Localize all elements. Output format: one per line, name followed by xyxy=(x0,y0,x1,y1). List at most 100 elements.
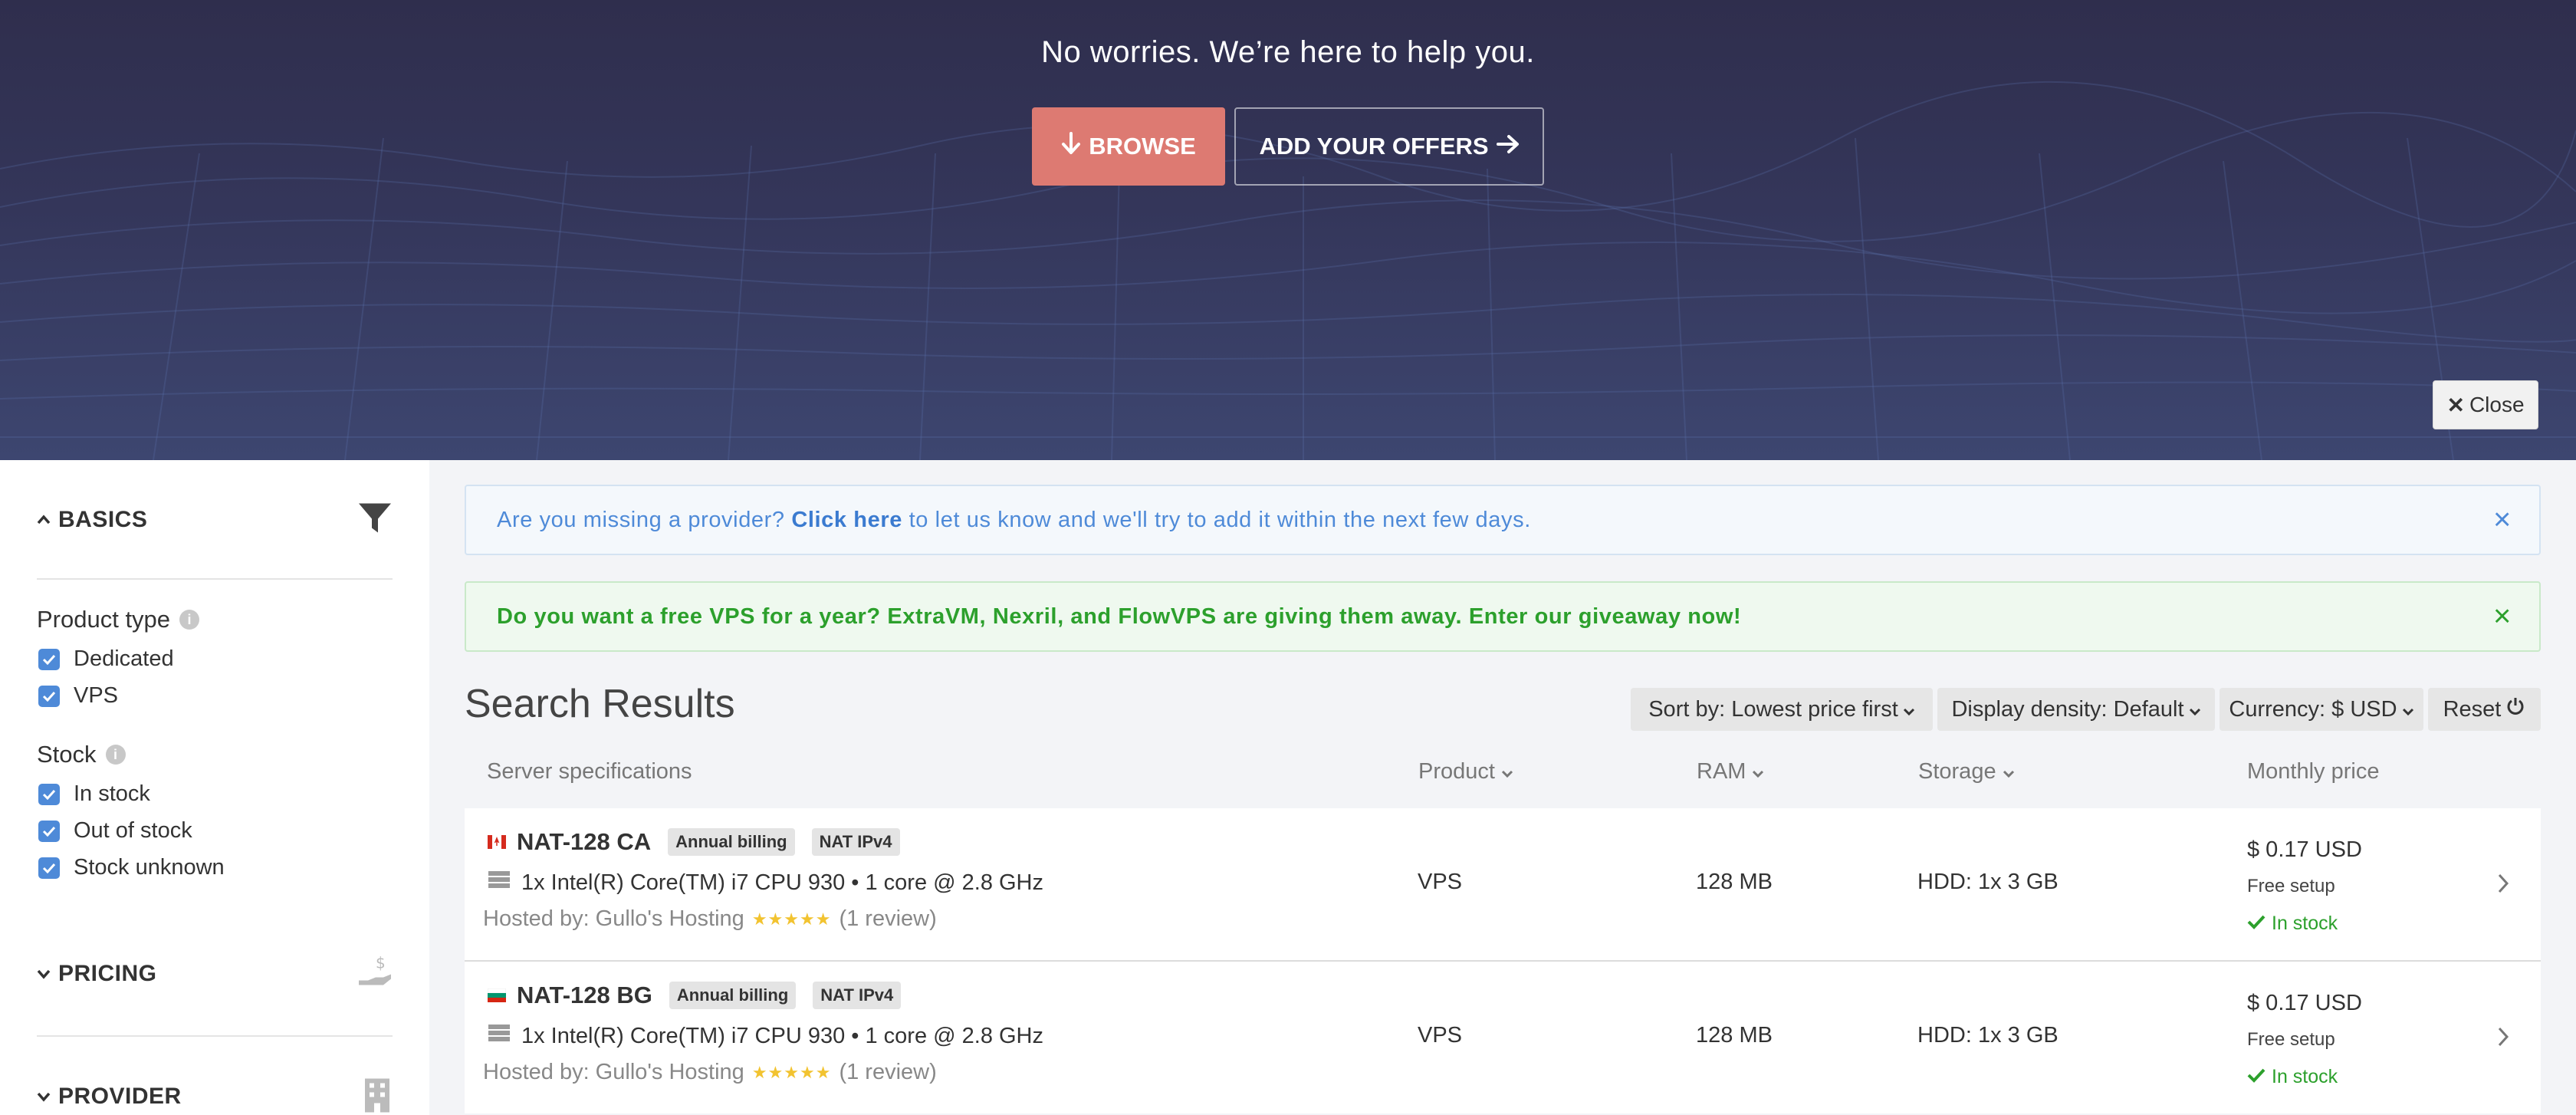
chevron-down-icon xyxy=(2402,697,2414,722)
offer-name[interactable]: NAT-128 BG xyxy=(517,982,652,1009)
host-line: Hosted by: Gullo's Hosting ★★★★★ (1 revi… xyxy=(483,906,937,932)
giveaway-alert: Do you want a free VPS for a year? Extra… xyxy=(465,581,2541,652)
check-icon xyxy=(2247,1066,2266,1088)
pricing-section-toggle[interactable]: PRICING $ xyxy=(37,951,393,997)
alert-text: Are you missing a provider? xyxy=(497,507,785,532)
chevron-down-icon xyxy=(1501,759,1513,784)
product-cell: VPS xyxy=(1418,870,1463,894)
cpu-spec: 1x Intel(R) Core(TM) i7 CPU 930 • 1 core… xyxy=(488,870,1043,896)
checkbox-out-of-stock[interactable]: Out of stock xyxy=(38,818,192,844)
column-storage-label: Storage xyxy=(1918,759,1996,784)
ipv4-tag: NAT IPv4 xyxy=(813,982,902,1009)
ram-cell: 128 MB xyxy=(1696,1023,1773,1048)
add-offers-button[interactable]: ADD YOUR OFFERS xyxy=(1234,107,1544,186)
sort-label: Sort by: Lowest price first xyxy=(1648,696,1898,722)
offer-name-line: NAT-128 BG Annual billing NAT IPv4 xyxy=(488,982,902,1009)
close-button[interactable]: ✕ Close xyxy=(2433,380,2538,429)
checkbox-checked-icon[interactable] xyxy=(38,648,60,670)
section-divider xyxy=(37,578,393,580)
checkbox-label: Dedicated xyxy=(74,646,174,671)
stock-status: In stock xyxy=(2247,913,2338,935)
close-icon: ✕ xyxy=(2446,393,2465,417)
checkbox-checked-icon[interactable] xyxy=(38,783,60,805)
review-count[interactable]: (1 review) xyxy=(839,1060,936,1085)
click-here-link[interactable]: Click here xyxy=(791,508,902,533)
server-icon xyxy=(488,870,511,896)
giveaway-link[interactable]: Do you want a free VPS for a year? Extra… xyxy=(497,604,1741,630)
basics-heading: BASICS xyxy=(58,507,148,532)
offer-name-line: NAT-128 CA Annual billing NAT IPv4 xyxy=(488,828,900,856)
pricing-heading: PRICING xyxy=(58,961,157,986)
filter-icon[interactable] xyxy=(357,501,393,540)
chevron-right-icon[interactable] xyxy=(2496,1023,2510,1055)
chevron-down-icon xyxy=(37,964,58,984)
chevron-right-icon[interactable] xyxy=(2496,870,2510,902)
sort-dropdown[interactable]: Sort by: Lowest price first xyxy=(1631,688,1933,731)
checkbox-label: VPS xyxy=(74,683,119,708)
cpu-text: 1x Intel(R) Core(TM) i7 CPU 930 • 1 core… xyxy=(521,1023,1044,1048)
arrow-down-icon xyxy=(1061,132,1081,161)
chevron-up-icon xyxy=(37,510,58,530)
hero-title: No worries. We’re here to help you. xyxy=(1041,35,1535,69)
reset-label: Reset xyxy=(2443,696,2502,722)
dismiss-alert-icon[interactable]: × xyxy=(2493,600,2512,634)
close-label: Close xyxy=(2469,393,2525,416)
checkbox-checked-icon[interactable] xyxy=(38,685,60,707)
hand-money-icon: $ xyxy=(357,954,393,994)
currency-label: Currency: $ USD xyxy=(2229,696,2397,722)
column-header-product[interactable]: Product xyxy=(1418,759,1513,784)
density-label: Display density: Default xyxy=(1951,696,2184,722)
bulgaria-flag-icon xyxy=(488,988,506,1002)
currency-dropdown[interactable]: Currency: $ USD xyxy=(2220,688,2423,731)
ipv4-tag: NAT IPv4 xyxy=(811,828,900,856)
review-count[interactable]: (1 review) xyxy=(839,906,936,932)
column-spec-label: Server specifications xyxy=(487,759,692,784)
checkbox-stock-unknown[interactable]: Stock unknown xyxy=(38,855,225,880)
host-text[interactable]: Hosted by: Gullo's Hosting xyxy=(483,1060,744,1085)
checkbox-vps[interactable]: VPS xyxy=(38,683,118,709)
stock-label: Stock i xyxy=(37,741,126,768)
table-row[interactable]: NAT-128 CA Annual billing NAT IPv4 1x In… xyxy=(465,808,2541,960)
host-text[interactable]: Hosted by: Gullo's Hosting xyxy=(483,906,744,932)
price-value: $ 0.17 USD xyxy=(2247,991,2362,1015)
checkbox-checked-icon[interactable] xyxy=(38,857,60,879)
dismiss-alert-icon[interactable]: × xyxy=(2493,503,2512,538)
cpu-text: 1x Intel(R) Core(TM) i7 CPU 930 • 1 core… xyxy=(521,870,1044,895)
checkbox-checked-icon[interactable] xyxy=(38,820,60,842)
arrow-right-icon xyxy=(1496,133,1520,160)
building-icon xyxy=(362,1077,393,1115)
stock-text: In stock xyxy=(2272,913,2338,934)
storage-cell: HDD: 1x 3 GB xyxy=(1917,870,2058,894)
billing-tag: Annual billing xyxy=(669,982,797,1009)
density-dropdown[interactable]: Display density: Default xyxy=(1937,688,2215,731)
chevron-down-icon xyxy=(37,1087,58,1107)
checkbox-label: In stock xyxy=(74,781,150,806)
checkbox-in-stock[interactable]: In stock xyxy=(38,781,150,807)
info-icon[interactable]: i xyxy=(179,610,200,630)
basics-section-toggle[interactable]: BASICS xyxy=(37,497,393,543)
reset-button[interactable]: Reset xyxy=(2428,688,2541,731)
column-header-storage[interactable]: Storage xyxy=(1918,759,2015,784)
product-type-text: Product type xyxy=(37,606,171,633)
storage-cell: HDD: 1x 3 GB xyxy=(1917,1023,2058,1048)
column-header-price: Monthly price xyxy=(2247,759,2379,784)
browse-button[interactable]: BROWSE xyxy=(1032,107,1225,186)
price-value: $ 0.17 USD xyxy=(2247,837,2362,862)
table-row[interactable]: NAT-128 BG Annual billing NAT IPv4 1x In… xyxy=(465,962,2541,1113)
ram-cell: 128 MB xyxy=(1696,870,1773,894)
stock-status: In stock xyxy=(2247,1066,2338,1088)
checkbox-dedicated[interactable]: Dedicated xyxy=(38,646,174,672)
column-header-ram[interactable]: RAM xyxy=(1697,759,1764,784)
alert-text: to let us know and we'll try to add it w… xyxy=(909,507,1531,532)
info-icon[interactable]: i xyxy=(105,745,126,765)
provider-section-toggle[interactable]: PROVIDER xyxy=(37,1074,393,1115)
setup-text: Free setup xyxy=(2247,1029,2335,1050)
setup-text: Free setup xyxy=(2247,876,2335,896)
chevron-down-icon xyxy=(2003,759,2015,784)
chevron-down-icon xyxy=(2189,697,2201,722)
host-line: Hosted by: Gullo's Hosting ★★★★★ (1 revi… xyxy=(483,1060,937,1085)
chevron-down-icon xyxy=(1752,759,1764,784)
checkbox-label: Out of stock xyxy=(74,818,192,843)
offer-name[interactable]: NAT-128 CA xyxy=(517,828,651,856)
power-icon xyxy=(2505,696,2525,722)
